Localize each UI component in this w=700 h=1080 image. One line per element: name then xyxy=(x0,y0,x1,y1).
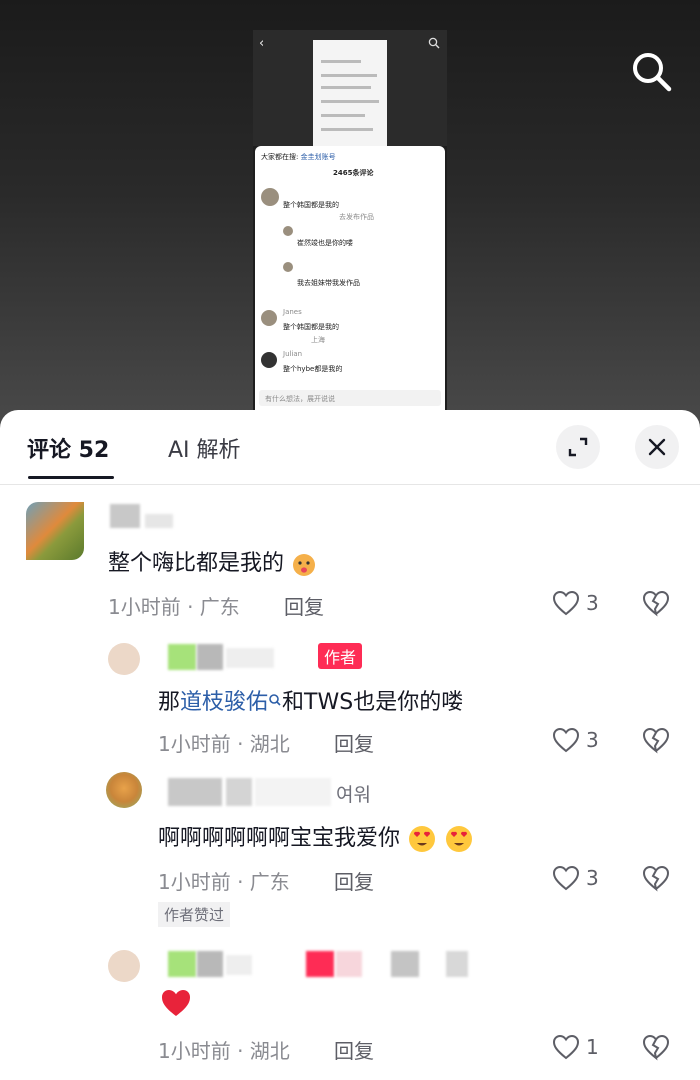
username-fragment: 여워 xyxy=(336,784,371,806)
username-redacted xyxy=(168,778,222,806)
comment-meta: 1小时前 · 湖北 xyxy=(158,1039,290,1063)
embedded-comment-text: 整个韩国都是我的 xyxy=(283,201,339,209)
username-redacted xyxy=(226,955,252,975)
comment-text: 整个嗨比都是我的 xyxy=(108,545,317,577)
like-icon[interactable] xyxy=(552,1034,580,1060)
username-redacted xyxy=(168,951,196,977)
username-redacted xyxy=(145,514,173,528)
heart-eyes-emoji-icon xyxy=(409,826,436,852)
embedded-comment-panel: 大家都在搜: 金圭划账号 2465条评论 整个韩国都是我的 去发布作品 崔然竣也… xyxy=(255,146,445,410)
tab-comments[interactable]: 评论 52 xyxy=(27,432,109,464)
embedded-location: 上海 xyxy=(311,336,325,344)
like-count: 1 xyxy=(586,1035,599,1059)
hot-search-label: 大家都在搜: 金圭划账号 xyxy=(261,153,336,161)
avatar xyxy=(261,310,277,326)
username-redacted xyxy=(168,644,196,670)
avatar[interactable] xyxy=(106,772,142,808)
reply-button[interactable]: 回复 xyxy=(334,866,374,895)
embedded-comment-text: 整个hybe都是我的 xyxy=(283,365,343,373)
red-heart-icon xyxy=(162,990,190,1016)
like-icon[interactable] xyxy=(552,590,580,616)
author-liked-badge: 作者赞过 xyxy=(158,902,231,927)
embedded-comment-text: 崔然竣也是你的喽 xyxy=(297,239,353,247)
embedded-input-placeholder: 有什么想法，展开说说 xyxy=(265,395,335,403)
username-redacted xyxy=(336,951,362,977)
username-redacted xyxy=(197,951,223,977)
avatar xyxy=(261,188,279,206)
search-icon xyxy=(269,694,281,706)
comment-meta: 1小时前 · 广东 xyxy=(158,870,290,894)
comment-text: 那道枝骏佑 和TWS也是你的喽 xyxy=(158,690,464,715)
dislike-icon[interactable] xyxy=(642,1033,670,1061)
avatar[interactable] xyxy=(108,643,140,675)
username-redacted xyxy=(110,504,140,528)
heart-eyes-emoji-icon xyxy=(446,826,473,852)
dislike-icon[interactable] xyxy=(642,726,670,754)
active-tab-indicator xyxy=(28,476,114,479)
embedded-comment-count: 2465条评论 xyxy=(333,169,374,177)
reply-button[interactable]: 回复 xyxy=(334,1035,374,1064)
comment-meta: 1小时前 · 湖北 xyxy=(158,732,290,756)
comment-text: 啊啊啊啊啊啊宝宝我爱你 xyxy=(158,820,474,854)
embedded-username: Janes xyxy=(283,308,302,316)
search-icon[interactable] xyxy=(628,48,674,94)
like-count: 3 xyxy=(586,728,599,752)
like-icon[interactable] xyxy=(552,865,580,891)
expand-button[interactable] xyxy=(556,425,600,469)
username-redacted xyxy=(446,951,468,977)
embedded-screenshot: ‹ 大家都在搜: 金圭划账号 2465条评论 整个韩国都是我的 去发布作品 崔然… xyxy=(253,30,447,410)
embedded-comment-input: 有什么想法，展开说说 xyxy=(259,390,441,406)
nested-screenshot xyxy=(313,40,387,146)
avatar xyxy=(283,262,293,272)
username-redacted xyxy=(391,951,419,977)
embedded-username: Julian xyxy=(283,350,303,358)
reply-button[interactable]: 回复 xyxy=(284,591,324,620)
reply-button[interactable]: 回复 xyxy=(334,728,374,757)
dislike-icon[interactable] xyxy=(642,589,670,617)
embedded-comment-text: 我去姐妹带我发作品 xyxy=(297,279,360,287)
avatar[interactable] xyxy=(108,950,140,982)
avatar xyxy=(283,226,293,236)
comment-meta: 1小时前 · 广东 xyxy=(108,595,240,619)
divider xyxy=(0,484,700,485)
like-count: 3 xyxy=(586,866,599,890)
tab-ai-analysis[interactable]: AI 解析 xyxy=(168,432,241,464)
mention-link[interactable]: 道枝骏佑 xyxy=(180,690,268,715)
search-icon xyxy=(428,37,440,49)
embedded-video: ‹ xyxy=(253,30,447,146)
username-redacted xyxy=(197,644,223,670)
username-redacted xyxy=(226,778,252,806)
avatar[interactable] xyxy=(26,502,84,560)
like-icon[interactable] xyxy=(552,727,580,753)
expand-icon xyxy=(568,437,588,457)
like-count: 3 xyxy=(586,591,599,615)
dislike-icon[interactable] xyxy=(642,864,670,892)
dog-emoji-icon xyxy=(293,554,316,576)
close-button[interactable] xyxy=(635,425,679,469)
avatar xyxy=(261,352,277,368)
back-icon: ‹ xyxy=(259,36,265,51)
author-tag: 作者 xyxy=(318,643,363,669)
close-icon xyxy=(648,438,666,456)
embedded-comment-action: 去发布作品 xyxy=(339,213,374,221)
username-redacted xyxy=(306,951,334,977)
username-redacted xyxy=(226,648,274,668)
username-redacted xyxy=(255,778,331,806)
embedded-comment-text: 整个韩国都是我的 xyxy=(283,323,339,331)
